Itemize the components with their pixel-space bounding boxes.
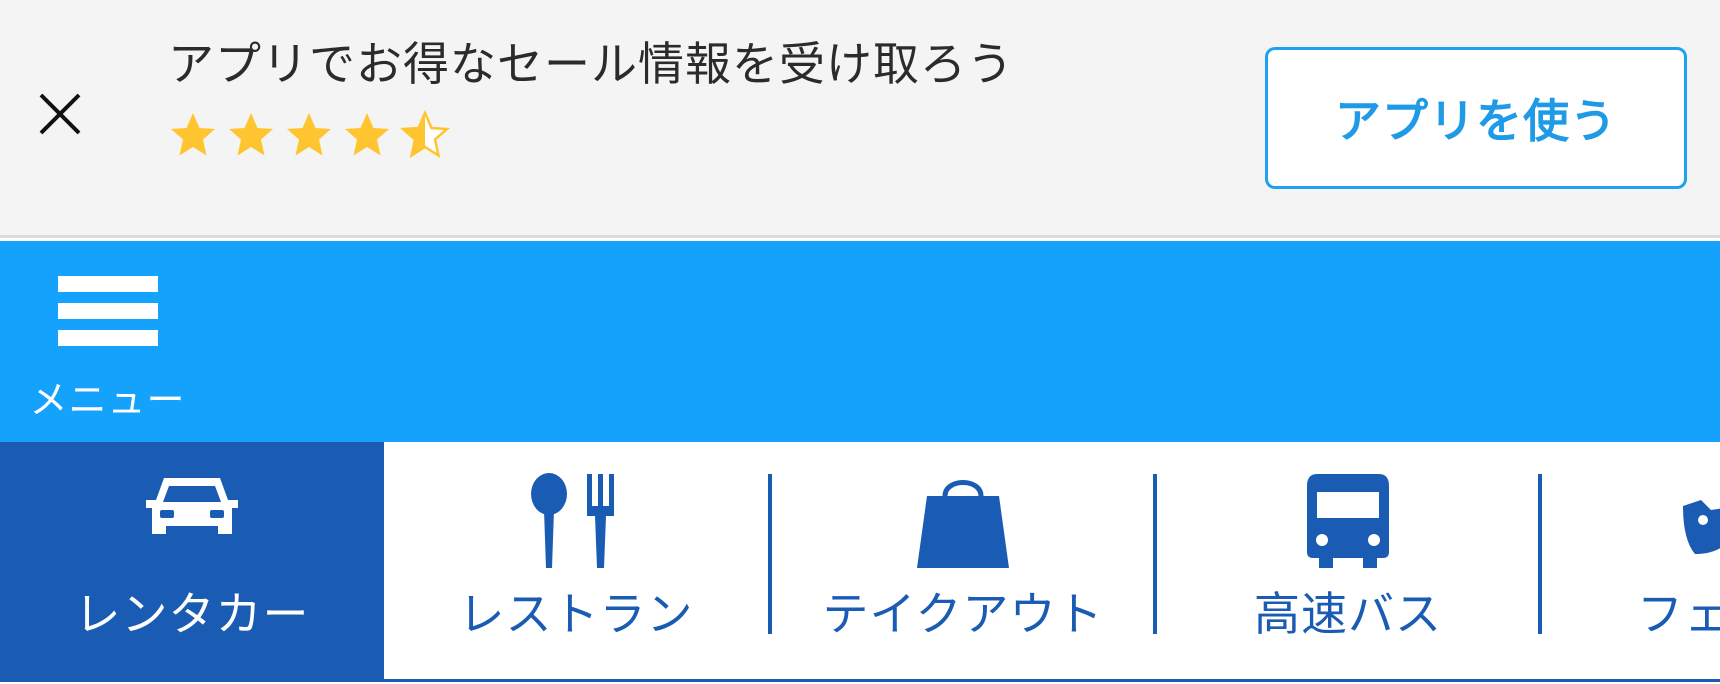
- star-icon: [345, 113, 389, 156]
- tab-label: テイクアウト: [822, 587, 1104, 641]
- tab-label: フェ: [1637, 587, 1720, 641]
- tab-takeout[interactable]: テイクアウト: [771, 442, 1155, 679]
- tab-highway-bus[interactable]: 高速バス: [1156, 442, 1540, 679]
- app-banner: アプリでお得なセール情報を受け取ろう アプリを使う: [0, 0, 1720, 238]
- app-rating: [168, 110, 450, 160]
- close-icon: [39, 93, 81, 135]
- car-icon: [146, 478, 238, 534]
- banner-title: アプリでお得なセール情報を受け取ろう: [168, 37, 1014, 91]
- star-icon: [287, 113, 331, 156]
- star-icon: [229, 113, 273, 156]
- use-app-button[interactable]: アプリを使う: [1265, 47, 1687, 189]
- tab-label: レンタカー: [74, 587, 310, 641]
- tab-restaurant[interactable]: レストラン: [384, 442, 768, 679]
- menu-button[interactable]: メニュー: [20, 271, 195, 422]
- spoon-fork-icon: [531, 473, 614, 568]
- tab-label: 高速バス: [1254, 587, 1442, 641]
- tab-ferry[interactable]: フェ: [1541, 442, 1720, 679]
- star-icon: [171, 113, 215, 156]
- bus-icon: [1307, 474, 1389, 568]
- category-tabs: レンタカー レストラン テイクアウト 高速バス フェ: [0, 442, 1720, 682]
- hamburger-icon: [58, 276, 158, 346]
- ferry-icon: [1683, 500, 1720, 554]
- menu-label: メニュー: [29, 378, 186, 422]
- tab-label: レストラン: [458, 587, 694, 641]
- tab-rental-car[interactable]: レンタカー: [0, 442, 384, 679]
- half-star-icon: [400, 110, 450, 159]
- shopping-bag-icon: [917, 480, 1009, 568]
- close-banner-button[interactable]: [30, 84, 90, 144]
- site-header: メニュー: [0, 241, 1720, 442]
